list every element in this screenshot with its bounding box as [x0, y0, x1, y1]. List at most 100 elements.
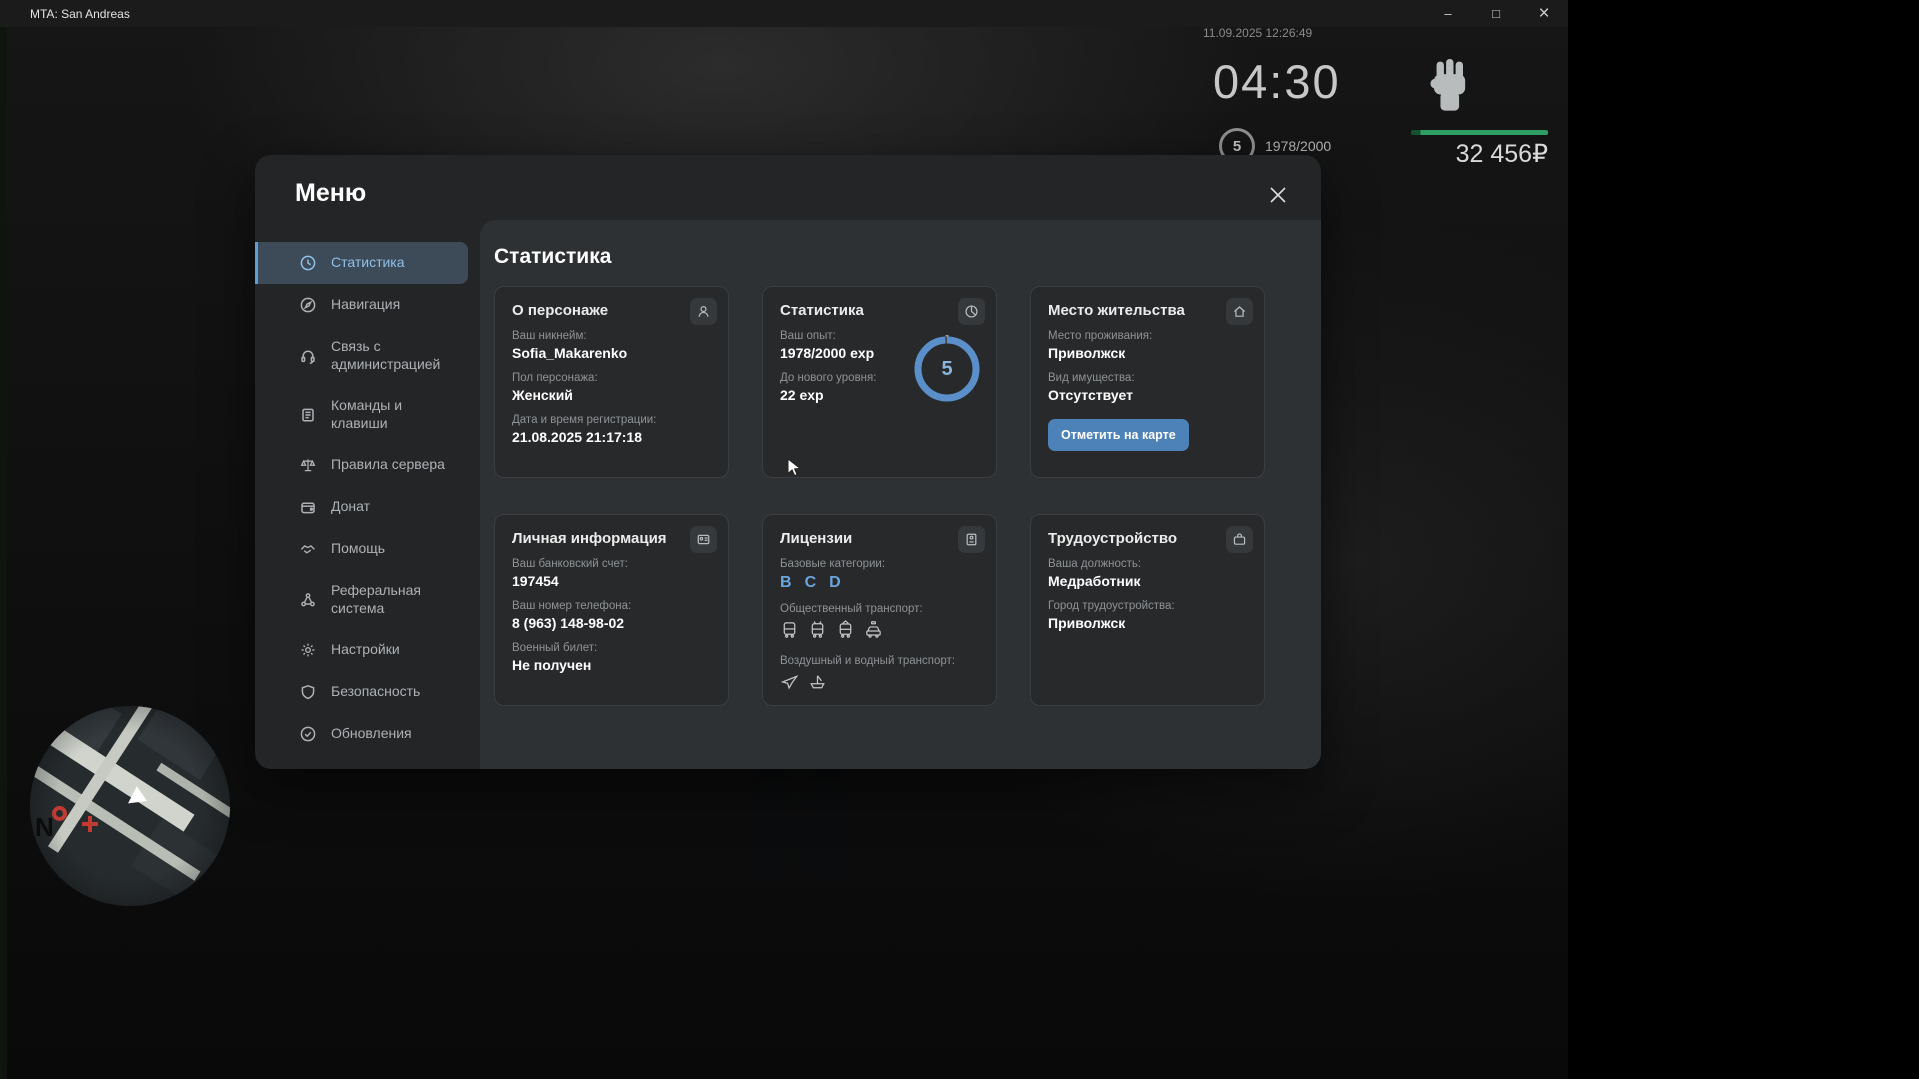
sidebar-item-updates[interactable]: Обновления — [255, 713, 468, 755]
sidebar-item-label: Реферальная система — [331, 582, 421, 616]
field-value: 197454 — [512, 573, 559, 589]
field-label: Ваша должность: — [1048, 558, 1142, 570]
sidebar-item-help[interactable]: Помощь — [255, 528, 468, 570]
minimap: N — [30, 706, 230, 906]
sidebar-item-label: Команды и клавиши — [331, 397, 403, 431]
compass-icon — [299, 296, 317, 314]
card-character: О персонаже Ваш никнейм: Sofia_Makarenko… — [494, 286, 729, 478]
field-label: Место проживания: — [1048, 330, 1153, 342]
money-bar — [1411, 130, 1548, 135]
field: Ваш номер телефона: 8 (963) 148-98-02 — [512, 600, 711, 631]
field-value: Отсутствует — [1048, 387, 1133, 403]
minimap-road — [156, 762, 230, 831]
card-licenses: Лицензии Базовые категории: B C D Общест… — [762, 514, 997, 706]
maximize-button[interactable]: □ — [1472, 0, 1520, 27]
public-transport-icons — [780, 620, 979, 644]
house-icon — [1226, 298, 1253, 325]
field-label: Воздушный и водный транспорт: — [780, 655, 955, 667]
sidebar-item-settings[interactable]: Настройки — [255, 629, 468, 671]
headset-icon — [299, 347, 317, 365]
stats-cards-grid: О персонаже Ваш никнейм: Sofia_Makarenko… — [494, 286, 1321, 706]
field: Воздушный и водный транспорт: — [780, 655, 979, 696]
field: Вид имущества: Отсутствует — [1048, 372, 1247, 403]
minimap-block — [137, 706, 229, 780]
window-title: MTA: San Andreas — [30, 6, 130, 21]
stats-fields: Ваш опыт: 1978/2000 exp До нового уровня… — [780, 330, 910, 403]
close-icon — [1270, 187, 1286, 203]
sidebar-item-label: Навигация — [331, 296, 401, 313]
wallet-icon — [299, 498, 317, 516]
id-card-icon — [690, 526, 717, 553]
close-menu-button[interactable] — [1265, 182, 1291, 208]
player-leg — [750, 768, 794, 883]
network-icon — [299, 591, 317, 609]
field-value: Sofia_Makarenko — [512, 345, 628, 361]
scales-icon — [299, 456, 317, 474]
field-label: Военный билет: — [512, 642, 598, 654]
field-label: Ваш никнейм: — [512, 330, 587, 342]
minimap-red-cross-icon — [82, 816, 98, 832]
field-label: Ваш банковский счет: — [512, 558, 629, 570]
field-value: Не получен — [512, 657, 592, 673]
minimap-road — [30, 746, 201, 881]
license-categories: B C D — [780, 574, 979, 592]
content-panel: Статистика О персонаже Ваш никнейм: Sofi… — [480, 220, 1321, 769]
pie-chart-icon — [958, 298, 985, 325]
field-value: Приволжск — [1048, 615, 1126, 631]
sidebar-item-referral[interactable]: Реферальная система — [255, 570, 468, 629]
field-label: Ваш номер телефона: — [512, 600, 632, 612]
tram-icon — [836, 620, 855, 644]
clock-icon — [299, 254, 317, 272]
list-icon — [299, 406, 317, 424]
sidebar-item-donate[interactable]: Донат — [255, 486, 468, 528]
field-value: 22 exp — [780, 387, 824, 403]
minimap-red-circle-icon — [52, 806, 67, 821]
field: Ваш банковский счет: 197454 — [512, 558, 711, 589]
field-value: Медработник — [1048, 573, 1141, 589]
sidebar: Статистика Навигация Связь с администрац… — [255, 242, 480, 755]
sidebar-item-navigation[interactable]: Навигация — [255, 284, 468, 326]
sidebar-item-commands-keys[interactable]: Команды и клавиши — [255, 385, 468, 444]
taxi-icon — [864, 620, 883, 644]
sidebar-item-admin-contact[interactable]: Связь с администрацией — [255, 326, 468, 385]
player-leg — [804, 768, 848, 883]
field-label: Дата и время регистрации: — [512, 414, 657, 426]
field-label: Ваш опыт: — [780, 330, 836, 342]
card-residence: Место жительства Место проживания: Приво… — [1030, 286, 1265, 478]
field-label: Пол персонажа: — [512, 372, 598, 384]
card-statistics: Статистика Ваш опыт: 1978/2000 exp До но… — [762, 286, 997, 478]
sidebar-item-statistics[interactable]: Статистика — [255, 242, 468, 284]
sidebar-item-server-rules[interactable]: Правила сервера — [255, 444, 468, 486]
mark-on-map-button[interactable]: Отметить на карте — [1048, 419, 1189, 451]
minimap-road — [30, 706, 195, 832]
field: Базовые категории: B C D — [780, 558, 979, 592]
hud-clock: 04:30 — [1213, 55, 1341, 108]
field: Место проживания: Приволжск — [1048, 330, 1247, 361]
field: Ваш никнейм: Sofia_Makarenko — [512, 330, 711, 361]
category-c: C — [804, 574, 817, 591]
field: Военный билет: Не получен — [512, 642, 711, 673]
person-icon — [690, 298, 717, 325]
field-value: 21.08.2025 21:17:18 — [512, 429, 642, 445]
field-value: Приволжск — [1048, 345, 1126, 361]
field-label: Вид имущества: — [1048, 372, 1135, 384]
field: Ваша должность: Медработник — [1048, 558, 1247, 589]
sidebar-item-security[interactable]: Безопасность — [255, 671, 468, 713]
close-window-button[interactable]: × — [1520, 0, 1568, 27]
exp-progress-ring: 5 — [911, 333, 983, 405]
hud-datetime: 11.09.2025 12:26:49 — [1203, 26, 1313, 40]
mouse-cursor — [786, 457, 806, 483]
fist-icon — [1424, 56, 1476, 119]
sidebar-item-label: Настройки — [331, 641, 400, 658]
page-title: Статистика — [494, 245, 612, 268]
card-title: О персонаже — [512, 302, 609, 319]
briefcase-icon — [1226, 526, 1253, 553]
minimize-button[interactable]: – — [1424, 0, 1472, 27]
field-label: Город трудоустройства: — [1048, 600, 1175, 612]
field: Ваш опыт: 1978/2000 exp — [780, 330, 910, 361]
handshake-icon — [299, 540, 317, 558]
player-arrow-icon — [122, 786, 148, 811]
field: Пол персонажа: Женский — [512, 372, 711, 403]
sidebar-item-label: Донат — [331, 498, 371, 515]
sidebar-item-label: Статистика — [331, 254, 405, 271]
